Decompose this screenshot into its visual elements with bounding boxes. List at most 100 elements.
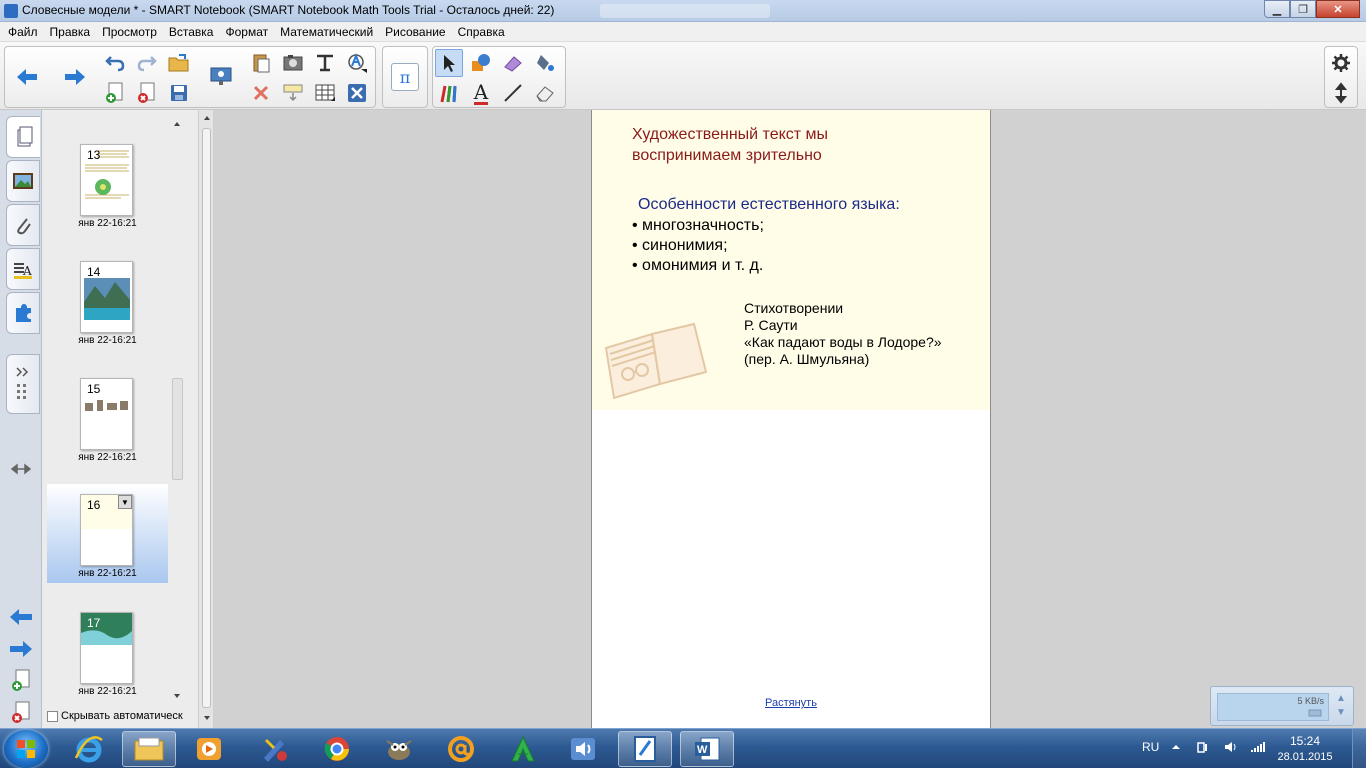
sidebar-move-button[interactable] — [8, 458, 34, 480]
settings-button[interactable] — [1327, 49, 1355, 77]
next-page-button[interactable] — [8, 638, 34, 660]
menu-insert[interactable]: Вставка — [163, 25, 220, 39]
text-tool-button[interactable]: A — [467, 79, 495, 107]
menu-edit[interactable]: Правка — [44, 25, 97, 39]
add-page-button[interactable] — [101, 79, 129, 107]
save-button[interactable] — [165, 79, 193, 107]
redo-button[interactable] — [133, 49, 161, 77]
back-button[interactable] — [13, 63, 41, 91]
screen-capture-button[interactable] — [279, 49, 307, 77]
math-tools-button[interactable]: π — [391, 63, 419, 91]
screen-shade-button[interactable] — [207, 63, 235, 91]
menu-view[interactable]: Просмотр — [96, 25, 163, 39]
shapes-tool-button[interactable] — [467, 49, 495, 77]
poem-line: Стихотворении — [744, 300, 844, 316]
sidebar-add-page-button[interactable] — [8, 669, 34, 692]
slide-bullet-list[interactable]: • многозначность; • синонимия; • омоними… — [632, 216, 764, 276]
pens-icon — [440, 85, 457, 103]
taskbar-media-player[interactable] — [182, 731, 236, 767]
slide-subheading[interactable]: Особенности естественного языка: — [638, 196, 900, 214]
move-toolbar-button[interactable] — [1327, 79, 1355, 107]
previous-page-button[interactable] — [8, 606, 34, 628]
math-pi-icon: π — [399, 67, 411, 87]
menu-help[interactable]: Справка — [452, 25, 511, 39]
poem-caption[interactable]: Стихотворении Р. Саути «Как падают воды … — [744, 300, 942, 368]
menu-draw[interactable]: Рисование — [379, 25, 451, 39]
creative-pen-button[interactable] — [499, 49, 527, 77]
page-thumbnail-17[interactable]: 17 янв 22-16:21 — [47, 608, 168, 708]
open-button[interactable] — [165, 49, 193, 77]
close-dialog-button[interactable] — [343, 79, 371, 107]
taskbar-smart-notebook[interactable] — [618, 731, 672, 767]
text-cursor-button[interactable] — [311, 49, 339, 77]
maximize-button[interactable]: ❐ — [1290, 0, 1316, 18]
network-speed: 5 KB/s — [1297, 696, 1324, 706]
table-button[interactable] — [311, 79, 339, 107]
taskbar-green-a[interactable] — [496, 731, 550, 767]
page-thumbnail-13[interactable]: 13 янв 22-16:21 — [47, 140, 168, 240]
chrome-icon — [324, 737, 349, 761]
shape-recognition-button[interactable] — [343, 49, 371, 77]
taskbar-paint[interactable] — [248, 731, 302, 767]
tab-gallery[interactable] — [6, 160, 40, 202]
autohide-option[interactable]: Скрывать автоматическ — [47, 710, 183, 722]
tab-properties[interactable]: A — [6, 248, 40, 290]
page-menu-dropdown[interactable]: ▼ — [118, 495, 132, 509]
paste-button[interactable] — [247, 49, 275, 77]
vertical-scroll-thumb[interactable] — [202, 128, 211, 708]
clock-time[interactable]: 15:24 — [1274, 734, 1336, 748]
tab-attachments[interactable] — [6, 204, 40, 246]
eraser-tool-button[interactable] — [531, 79, 559, 107]
pens-tool-button[interactable] — [435, 79, 463, 107]
volume-icon[interactable] — [1223, 740, 1239, 754]
line-tool-button[interactable] — [499, 79, 527, 107]
taskbar-word[interactable]: W — [680, 731, 734, 767]
stretch-link[interactable]: Растянуть — [765, 697, 817, 709]
page-thumbnail-15[interactable]: 15 янв 22-16:21 — [47, 374, 168, 474]
screen-capture-icon — [283, 55, 303, 71]
speaker-app-icon — [571, 738, 595, 760]
page-number: 17 — [87, 616, 101, 630]
close-button[interactable]: ✕ — [1316, 0, 1360, 18]
language-indicator[interactable]: RU — [1142, 740, 1159, 754]
taskbar-internet-explorer[interactable] — [62, 731, 116, 767]
page-thumbnail-14[interactable]: 14 янв 22-16:21 — [47, 257, 168, 357]
signal-icon[interactable] — [1250, 740, 1266, 754]
fill-tool-button[interactable] — [531, 49, 559, 77]
taskbar-mail[interactable] — [434, 731, 488, 767]
page-thumbnail-16[interactable]: 16 ▼ янв 22-16:21 — [47, 484, 168, 583]
taskbar-chrome[interactable] — [310, 731, 364, 767]
workspace-splitter[interactable] — [198, 110, 214, 728]
autohide-checkbox[interactable] — [47, 710, 58, 722]
screen-shade-toggle-button[interactable] — [279, 79, 307, 107]
tray-overflow-icon[interactable] — [1168, 740, 1184, 754]
menu-file[interactable]: Файл — [2, 25, 44, 39]
clear-button[interactable] — [247, 79, 275, 107]
device-icon[interactable] — [1195, 740, 1211, 754]
tab-page-sorter[interactable] — [6, 116, 40, 158]
sidebar-delete-page-button[interactable] — [8, 701, 34, 724]
toolbar-group-math: π — [382, 46, 428, 108]
slide-heading[interactable]: Художественный текст мы воспринимаем зри… — [632, 124, 932, 166]
menu-math[interactable]: Математический — [274, 25, 379, 39]
text-icon: A — [473, 79, 489, 105]
start-button[interactable] — [4, 730, 48, 768]
taskbar-gimp[interactable] — [372, 731, 426, 767]
slide-content-area: Художественный текст мы воспринимаем зри… — [592, 110, 990, 410]
menu-format[interactable]: Формат — [219, 25, 274, 39]
svg-text:A: A — [22, 264, 32, 278]
minimize-button[interactable]: ▁ — [1264, 0, 1290, 18]
tab-addons[interactable] — [6, 292, 40, 334]
tab-expand[interactable] — [6, 354, 40, 414]
delete-page-button[interactable] — [133, 79, 161, 107]
undo-button[interactable] — [101, 49, 129, 77]
select-tool-button[interactable] — [435, 49, 463, 77]
bullet-item: • омонимия и т. д. — [632, 257, 764, 274]
taskbar-speaker-app[interactable] — [556, 731, 610, 767]
page-sorter-scroll-thumb[interactable] — [172, 378, 183, 480]
undo-icon — [105, 56, 125, 72]
show-desktop-button[interactable] — [1352, 729, 1366, 768]
taskbar-file-explorer[interactable] — [122, 731, 176, 767]
forward-button[interactable] — [61, 63, 89, 91]
clock-date[interactable]: 28.01.2015 — [1274, 751, 1336, 763]
